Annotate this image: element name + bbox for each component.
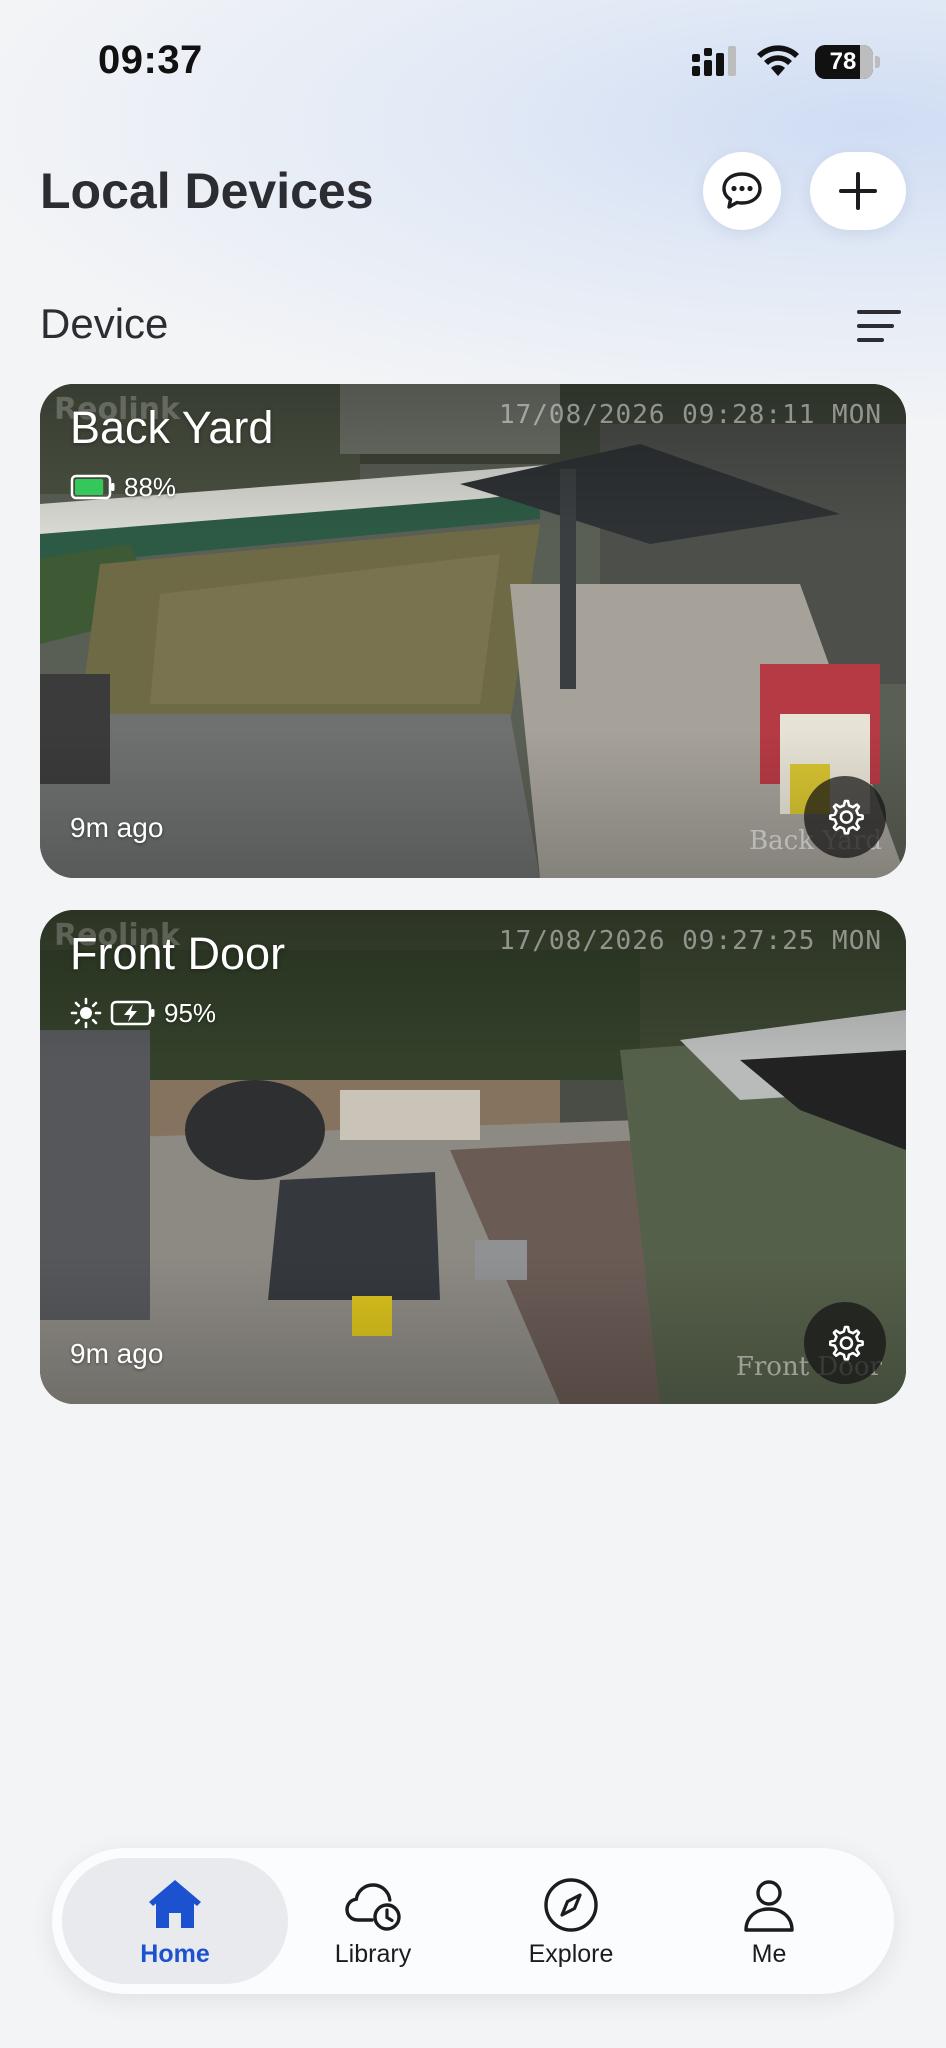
add-device-button[interactable] [810, 152, 906, 230]
camera-timestamp: 17/08/2026 09:27:25 MON [498, 926, 882, 956]
battery-charging-icon [110, 1000, 155, 1026]
tab-me[interactable]: Me [656, 1858, 882, 1984]
battery-percentage: 88% [124, 471, 177, 502]
device-status: 95% [70, 996, 216, 1030]
battery-percentage: 95% [164, 997, 217, 1028]
device-card-back-yard[interactable]: Reolink 17/08/2026 09:28:11 MON Back Yar… [40, 384, 906, 878]
messages-button[interactable] [703, 152, 781, 230]
device-name: Front Door [70, 928, 286, 979]
cellular-signal-icon [692, 46, 736, 76]
gear-icon [829, 1325, 864, 1361]
tab-explore[interactable]: Explore [458, 1858, 684, 1984]
device-card-front-door[interactable]: Reolink 17/08/2026 09:27:25 MON Front Do… [40, 910, 906, 1404]
status-battery-icon: 78 [815, 45, 883, 79]
solar-sun-icon [70, 997, 102, 1029]
device-status: 88% [70, 470, 176, 504]
chat-bubble-icon [722, 172, 762, 209]
device-settings-button[interactable] [804, 776, 886, 858]
tab-explore-label: Explore [528, 1940, 614, 1968]
section-title: Device [40, 300, 169, 347]
tab-home-label: Home [140, 1940, 210, 1968]
plus-icon [839, 172, 877, 210]
feed-shade [40, 910, 906, 1404]
battery-icon [70, 474, 115, 500]
tab-me-label: Me [751, 1940, 787, 1968]
status-battery-level: 78 [829, 48, 857, 75]
tab-bar: Home Library Explore Me [52, 1848, 894, 1994]
tab-library-label: Library [334, 1940, 412, 1968]
last-updated: 9m ago [70, 812, 164, 843]
tab-library[interactable]: Library [260, 1858, 486, 1984]
page-title: Local Devices [40, 163, 374, 219]
last-updated: 9m ago [70, 1338, 164, 1369]
home-icon [149, 1880, 201, 1928]
status-time: 09:37 [98, 38, 203, 82]
wifi-icon [757, 45, 799, 76]
person-icon [744, 1880, 794, 1932]
cloud-clock-icon [345, 1883, 401, 1931]
feed-shade [40, 384, 906, 878]
device-settings-button[interactable] [804, 1302, 886, 1384]
camera-timestamp: 17/08/2026 09:28:11 MON [498, 400, 882, 430]
tab-home[interactable]: Home [62, 1858, 288, 1984]
status-bar: 09:37 78 [0, 0, 946, 120]
device-name: Back Yard [70, 402, 274, 453]
header: Local Devices [0, 140, 946, 250]
compass-icon [544, 1878, 598, 1932]
sort-lines-icon[interactable] [856, 306, 902, 346]
gear-icon [829, 799, 864, 835]
